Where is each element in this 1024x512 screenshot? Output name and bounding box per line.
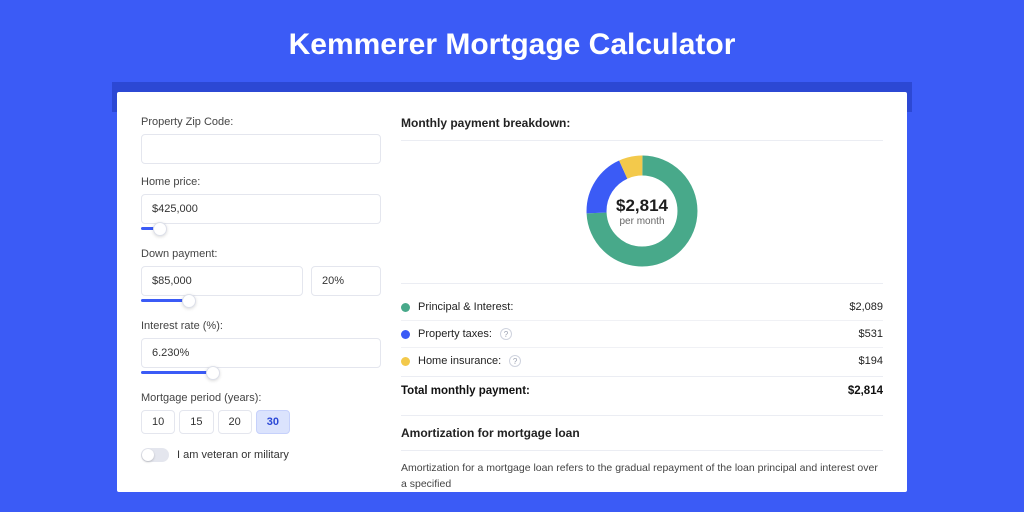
down-payment-field: Down payment: [141,248,381,308]
divider [401,283,883,284]
veteran-label: I am veteran or military [177,449,289,461]
zip-field: Property Zip Code: [141,116,381,164]
interest-rate-field: Interest rate (%): [141,320,381,380]
down-payment-pct-input[interactable] [311,266,381,296]
home-price-input[interactable] [141,194,381,224]
donut-center: $2,814 per month [582,151,702,271]
breakdown-value: $194 [859,355,883,367]
down-payment-label: Down payment: [141,248,381,260]
breakdown-row: Principal & Interest: $2,089 [401,294,883,321]
period-option-20[interactable]: 20 [218,410,252,434]
divider [401,450,883,451]
period-option-10[interactable]: 10 [141,410,175,434]
breakdown-value: $531 [859,328,883,340]
calculator-card: Property Zip Code: Home price: Down paym… [117,92,907,492]
donut-wrap: $2,814 per month [401,151,883,271]
divider [401,415,883,416]
amortization-heading: Amortization for mortgage loan [401,426,883,440]
help-icon[interactable]: ? [509,355,521,367]
donut-sublabel: per month [619,216,664,227]
breakdown-total-label: Total monthly payment: [401,385,530,397]
home-price-label: Home price: [141,176,381,188]
breakdown-total-value: $2,814 [848,385,883,397]
breakdown-label: Principal & Interest: [418,301,513,313]
form-column: Property Zip Code: Home price: Down paym… [141,116,381,492]
breakdown-row: Home insurance:? $194 [401,348,883,374]
home-price-field: Home price: [141,176,381,236]
breakdown-row: Property taxes:? $531 [401,321,883,348]
amortization-text: Amortization for a mortgage loan refers … [401,461,883,492]
period-field: Mortgage period (years): 10152030 [141,392,381,434]
amortization-block: Amortization for mortgage loan Amortizat… [401,415,883,492]
donut-chart: $2,814 per month [582,151,702,271]
interest-rate-input[interactable] [141,338,381,368]
period-label: Mortgage period (years): [141,392,381,404]
veteran-row: I am veteran or military [141,448,381,462]
breakdown-rows: Principal & Interest: $2,089 Property taxe… [401,294,883,374]
donut-amount: $2,814 [616,196,668,216]
breakdown-label: Home insurance: [418,355,501,367]
down-payment-input[interactable] [141,266,303,296]
page-title: Kemmerer Mortgage Calculator [0,0,1024,82]
down-payment-slider[interactable] [141,294,381,308]
breakdown-column: Monthly payment breakdown: $2,814 per mo… [401,116,883,492]
period-options: 10152030 [141,410,381,434]
breakdown-heading: Monthly payment breakdown: [401,116,883,130]
legend-dot [401,303,410,312]
legend-dot [401,357,410,366]
period-option-30[interactable]: 30 [256,410,290,434]
interest-rate-label: Interest rate (%): [141,320,381,332]
zip-input[interactable] [141,134,381,164]
help-icon[interactable]: ? [500,328,512,340]
divider [401,140,883,141]
interest-rate-slider[interactable] [141,366,381,380]
home-price-slider[interactable] [141,222,381,236]
veteran-toggle[interactable] [141,448,169,462]
breakdown-label: Property taxes: [418,328,492,340]
breakdown-total-row: Total monthly payment: $2,814 [401,376,883,403]
legend-dot [401,330,410,339]
zip-label: Property Zip Code: [141,116,381,128]
period-option-15[interactable]: 15 [179,410,213,434]
breakdown-value: $2,089 [849,301,883,313]
